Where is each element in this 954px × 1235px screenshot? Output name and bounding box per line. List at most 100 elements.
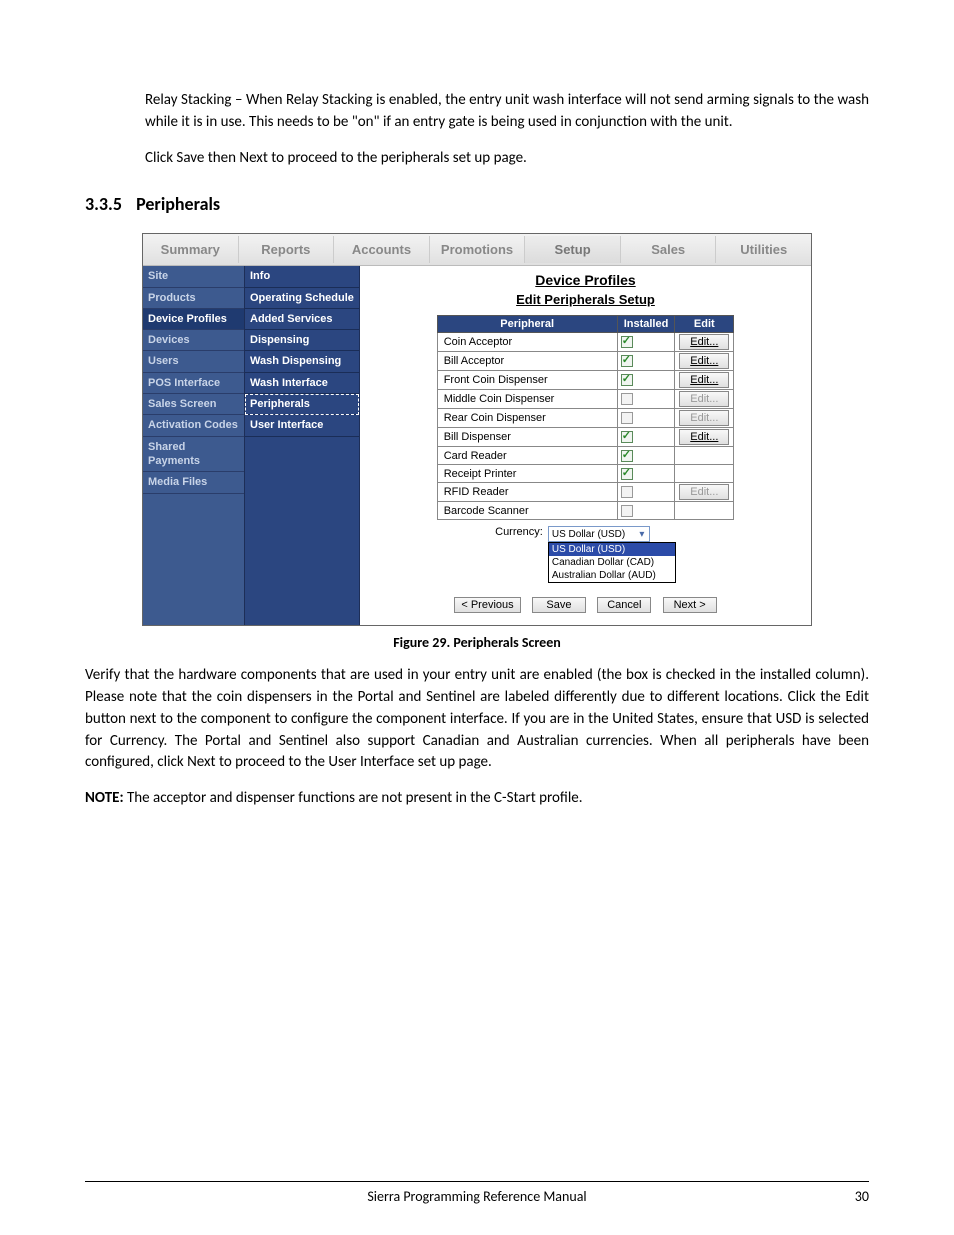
submenu-item-dispensing[interactable]: Dispensing [245, 330, 359, 351]
table-row: Card Reader [437, 447, 734, 465]
installed-cell [617, 371, 675, 390]
currency-options-list: US Dollar (USD)Canadian Dollar (CAD)Aust… [548, 542, 676, 583]
table-row: Bill Dispenser Edit... [437, 428, 734, 447]
edit-button[interactable]: Edit... [679, 353, 729, 369]
installed-checkbox[interactable] [621, 450, 633, 462]
currency-option[interactable]: Canadian Dollar (CAD) [549, 556, 675, 569]
installed-checkbox[interactable] [621, 355, 633, 367]
previous-button[interactable]: < Previous [454, 597, 520, 613]
top-tab-summary[interactable]: Summary [143, 236, 239, 263]
top-tab-reports[interactable]: Reports [239, 236, 335, 263]
section-heading: 3.3.5 Peripherals [85, 193, 869, 215]
sidebar-item-pos-interface[interactable]: POS Interface [143, 373, 244, 394]
installed-checkbox[interactable] [621, 393, 633, 405]
submenu-item-added-services[interactable]: Added Services [245, 309, 359, 330]
section-title: Peripherals [136, 193, 220, 215]
chevron-down-icon[interactable]: ▾ [635, 529, 649, 540]
installed-cell [617, 352, 675, 371]
installed-cell [617, 333, 675, 352]
edit-button: Edit... [679, 391, 729, 407]
submenu-item-operating-schedule[interactable]: Operating Schedule [245, 288, 359, 309]
table-row: Front Coin DispenserEdit... [437, 371, 734, 390]
installed-cell [617, 447, 675, 465]
edit-cell: Edit... [675, 428, 734, 447]
app-window: SummaryReportsAccountsPromotionsSetupSal… [142, 233, 812, 626]
peripheral-name: Card Reader [437, 447, 617, 465]
cancel-button[interactable]: Cancel [597, 597, 651, 613]
edit-cell: Edit... [675, 390, 734, 409]
col-edit: Edit [675, 316, 734, 333]
note-label: NOTE: [85, 789, 124, 807]
installed-checkbox[interactable] [621, 486, 633, 498]
installed-cell [617, 465, 675, 483]
sidebar-item-activation-codes[interactable]: Activation Codes [143, 415, 244, 436]
installed-checkbox[interactable] [621, 336, 633, 348]
installed-checkbox[interactable] [621, 374, 633, 386]
sidebar-item-device-profiles[interactable]: Device Profiles [143, 309, 244, 330]
peripheral-name: RFID Reader [437, 483, 617, 502]
table-row: Receipt Printer [437, 465, 734, 483]
submenu-item-peripherals[interactable]: Peripherals [245, 394, 359, 415]
content-title: Device Profiles [368, 272, 803, 288]
edit-cell: Edit... [675, 352, 734, 371]
sidebar-item-shared-payments[interactable]: Shared Payments [143, 437, 244, 473]
sidebar-item-users[interactable]: Users [143, 351, 244, 372]
sidebar-item-media-files[interactable]: Media Files [143, 472, 244, 493]
top-tab-setup[interactable]: Setup [525, 236, 621, 263]
sidebar-item-devices[interactable]: Devices [143, 330, 244, 351]
submenu-item-user-interface[interactable]: User Interface [245, 415, 359, 436]
footer-title: Sierra Programming Reference Manual [125, 1188, 829, 1205]
peripheral-name: Barcode Scanner [437, 502, 617, 520]
intro-p2: Click Save then Next to proceed to the p… [145, 148, 869, 170]
table-row: Barcode Scanner [437, 502, 734, 520]
installed-checkbox[interactable] [621, 412, 633, 424]
save-button[interactable]: Save [532, 597, 586, 613]
submenu-item-info[interactable]: Info [245, 266, 359, 287]
sidebar-item-sales-screen[interactable]: Sales Screen [143, 394, 244, 415]
next-button[interactable]: Next > [663, 597, 717, 613]
peripherals-table: Peripheral Installed Edit Coin AcceptorE… [437, 315, 735, 520]
edit-cell [675, 447, 734, 465]
currency-select[interactable]: US Dollar (USD) ▾ [548, 526, 650, 542]
edit-cell [675, 502, 734, 520]
top-tab-utilities[interactable]: Utilities [716, 236, 811, 263]
table-row: Bill AcceptorEdit... [437, 352, 734, 371]
currency-option[interactable]: US Dollar (USD) [549, 543, 675, 556]
table-row: Middle Coin Dispenser Edit... [437, 390, 734, 409]
submenu-item-wash-interface[interactable]: Wash Interface [245, 373, 359, 394]
sidebar-item-products[interactable]: Products [143, 288, 244, 309]
body-note: NOTE: The acceptor and dispenser functio… [85, 788, 869, 810]
top-tab-promotions[interactable]: Promotions [430, 236, 526, 263]
edit-button[interactable]: Edit... [679, 372, 729, 388]
currency-option[interactable]: Australian Dollar (AUD) [549, 569, 675, 582]
installed-cell [617, 409, 675, 428]
top-tab-sales[interactable]: Sales [621, 236, 717, 263]
peripheral-name: Middle Coin Dispenser [437, 390, 617, 409]
installed-cell [617, 502, 675, 520]
intro-p1: Relay Stacking – When Relay Stacking is … [145, 90, 869, 134]
footer-page-number: 30 [829, 1188, 869, 1205]
col-installed: Installed [617, 316, 675, 333]
table-row: RFID ReaderEdit... [437, 483, 734, 502]
content-subtitle: Edit Peripherals Setup [368, 292, 803, 307]
installed-checkbox[interactable] [621, 505, 633, 517]
sidebar-item-site[interactable]: Site [143, 266, 244, 287]
edit-button[interactable]: Edit... [679, 429, 729, 445]
installed-cell [617, 483, 675, 502]
installed-checkbox[interactable] [621, 468, 633, 480]
figure-caption: Figure 29. Peripherals Screen [142, 634, 812, 651]
edit-button[interactable]: Edit... [679, 334, 729, 350]
installed-checkbox[interactable] [621, 431, 633, 443]
top-tab-accounts[interactable]: Accounts [334, 236, 430, 263]
peripheral-name: Bill Dispenser [437, 428, 617, 447]
peripheral-name: Coin Acceptor [437, 333, 617, 352]
body-p1: Verify that the hardware components that… [85, 665, 869, 774]
section-number: 3.3.5 [85, 193, 122, 215]
edit-cell [675, 465, 734, 483]
installed-cell [617, 390, 675, 409]
peripheral-name: Rear Coin Dispenser [437, 409, 617, 428]
page-footer: Sierra Programming Reference Manual 30 [85, 1181, 869, 1205]
installed-cell [617, 428, 675, 447]
submenu-item-wash-dispensing[interactable]: Wash Dispensing [245, 351, 359, 372]
note-text: The acceptor and dispenser functions are… [124, 789, 583, 807]
